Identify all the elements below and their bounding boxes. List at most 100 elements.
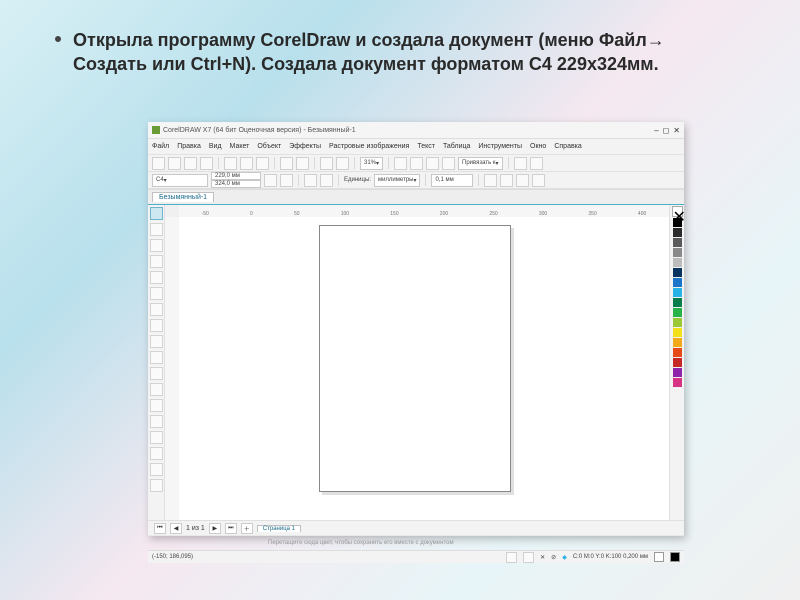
rulers-button[interactable] xyxy=(410,157,423,170)
window-title: CorelDRAW X7 (64 бит Оценочная версия) -… xyxy=(163,127,356,134)
color-swatch[interactable] xyxy=(673,348,682,357)
table-tool[interactable] xyxy=(150,367,163,380)
zoom-combo[interactable]: 31% ▾ xyxy=(360,157,383,170)
grid-button[interactable] xyxy=(426,157,439,170)
color-swatch[interactable] xyxy=(673,228,682,237)
guides-button[interactable] xyxy=(442,157,455,170)
menu-effects[interactable]: Эффекты xyxy=(289,143,321,150)
color-swatch[interactable] xyxy=(673,318,682,327)
menu-object[interactable]: Объект xyxy=(257,143,281,150)
outline-tool[interactable] xyxy=(150,479,163,492)
units-combo[interactable]: миллиметры ▾ xyxy=(374,174,421,187)
color-swatch[interactable] xyxy=(673,298,682,307)
save-button[interactable] xyxy=(184,157,197,170)
document-page[interactable] xyxy=(319,225,511,492)
dropshadow-tool[interactable] xyxy=(150,415,163,428)
print-button[interactable] xyxy=(200,157,213,170)
last-page-button[interactable]: ⏭ xyxy=(225,523,237,534)
transparency-tool[interactable] xyxy=(150,431,163,444)
misc2-button[interactable] xyxy=(532,174,545,187)
color-swatch[interactable] xyxy=(673,248,682,257)
artistic-media-tool[interactable] xyxy=(150,287,163,300)
menu-view[interactable]: Вид xyxy=(209,143,222,150)
fill-tool[interactable] xyxy=(150,463,163,476)
treat-as-filled-button[interactable] xyxy=(500,174,513,187)
page-width-field[interactable]: 229,0 мм xyxy=(211,172,261,180)
color-swatch[interactable] xyxy=(673,358,682,367)
misc-button[interactable] xyxy=(516,174,529,187)
zoom-tool[interactable] xyxy=(150,255,163,268)
first-page-button[interactable]: ⏮ xyxy=(154,523,166,534)
color-swatch[interactable] xyxy=(673,238,682,247)
menu-layout[interactable]: Макет xyxy=(230,143,250,150)
status-icon[interactable] xyxy=(506,552,517,563)
polygon-tool[interactable] xyxy=(150,335,163,348)
menu-text[interactable]: Текст xyxy=(417,143,435,150)
status-icon[interactable] xyxy=(523,552,534,563)
duplicate-distance-button[interactable] xyxy=(484,174,497,187)
color-swatch[interactable] xyxy=(673,308,682,317)
outline-swatch[interactable] xyxy=(670,552,680,562)
maximize-button[interactable]: ◻ xyxy=(663,126,670,135)
page-preset-combo[interactable]: C4 ▾ xyxy=(152,174,208,187)
crop-tool[interactable] xyxy=(150,239,163,252)
color-swatch[interactable] xyxy=(673,288,682,297)
minimize-button[interactable]: – xyxy=(654,126,658,135)
paste-button[interactable] xyxy=(256,157,269,170)
copy-button[interactable] xyxy=(240,157,253,170)
color-swatch[interactable] xyxy=(673,378,682,387)
menu-bitmaps[interactable]: Растровые изображения xyxy=(329,143,409,150)
prev-page-button[interactable]: ◀ xyxy=(170,523,182,534)
vertical-ruler[interactable] xyxy=(165,217,180,520)
preset-value: C4 xyxy=(156,177,164,183)
menu-file[interactable]: Файл xyxy=(152,143,169,150)
color-swatch[interactable] xyxy=(673,278,682,287)
launch-button[interactable] xyxy=(530,157,543,170)
import-button[interactable] xyxy=(320,157,333,170)
new-button[interactable] xyxy=(152,157,165,170)
shape-tool[interactable] xyxy=(150,223,163,236)
rectangle-tool[interactable] xyxy=(150,303,163,316)
connector-tool[interactable] xyxy=(150,399,163,412)
text-tool[interactable] xyxy=(150,351,163,364)
pick-tool[interactable] xyxy=(150,207,163,220)
cut-button[interactable] xyxy=(224,157,237,170)
eyedropper-tool[interactable] xyxy=(150,447,163,460)
export-button[interactable] xyxy=(336,157,349,170)
menu-edit[interactable]: Правка xyxy=(177,143,201,150)
separator xyxy=(298,174,299,186)
open-button[interactable] xyxy=(168,157,181,170)
current-page-button[interactable] xyxy=(320,174,333,187)
page-tab[interactable]: Страница 1 xyxy=(257,525,301,532)
document-tab[interactable]: Безымянный-1 xyxy=(152,192,214,202)
menu-window[interactable]: Окно xyxy=(530,143,546,150)
dimension-tool[interactable] xyxy=(150,383,163,396)
drawing-canvas[interactable] xyxy=(179,217,669,520)
nudge-field[interactable]: 0,1 мм xyxy=(431,174,473,187)
color-swatch[interactable] xyxy=(673,268,682,277)
page-height-field[interactable]: 324,0 мм xyxy=(211,180,261,188)
undo-button[interactable] xyxy=(280,157,293,170)
fill-swatch[interactable] xyxy=(654,552,664,562)
menu-table[interactable]: Таблица xyxy=(443,143,470,150)
ellipse-tool[interactable] xyxy=(150,319,163,332)
options-button[interactable] xyxy=(514,157,527,170)
fullscreen-button[interactable] xyxy=(394,157,407,170)
next-page-button[interactable]: ▶ xyxy=(209,523,221,534)
color-swatch[interactable] xyxy=(673,328,682,337)
outline-info-icon: ◆ xyxy=(562,554,567,561)
close-button[interactable]: ✕ xyxy=(673,126,680,135)
color-swatch[interactable] xyxy=(673,338,682,347)
snap-combo[interactable]: Привязать к ▾ xyxy=(458,157,503,170)
redo-button[interactable] xyxy=(296,157,309,170)
freehand-tool[interactable] xyxy=(150,271,163,284)
landscape-button[interactable] xyxy=(280,174,293,187)
color-swatch[interactable] xyxy=(673,368,682,377)
color-swatch[interactable] xyxy=(673,258,682,267)
portrait-button[interactable] xyxy=(264,174,277,187)
add-page-button[interactable]: ＋ xyxy=(241,523,253,534)
no-color-swatch[interactable]: ✕ xyxy=(672,206,683,217)
menu-tools[interactable]: Инструменты xyxy=(478,143,522,150)
all-pages-button[interactable] xyxy=(304,174,317,187)
menu-help[interactable]: Справка xyxy=(554,143,581,150)
